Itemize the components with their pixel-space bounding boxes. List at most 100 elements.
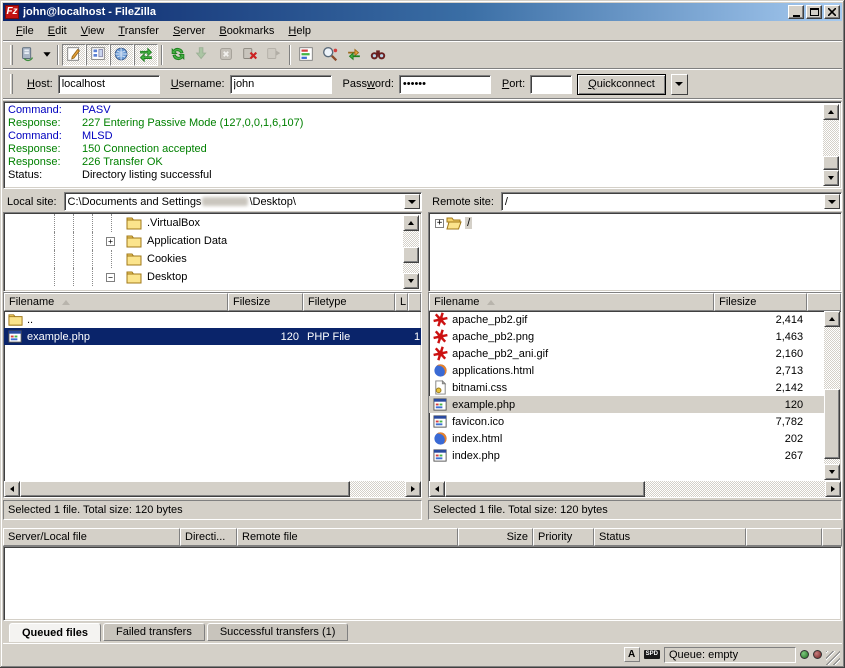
column-header-filesize[interactable]: Filesize [714,293,807,311]
remote-hscrollbar[interactable] [429,481,841,497]
column-header-l[interactable]: L [395,293,408,311]
menu-help[interactable]: Help [281,23,318,39]
toggle-message-log-button[interactable] [62,44,86,66]
column-header-filename[interactable]: Filename [4,293,228,311]
queue-column-blank[interactable] [746,528,822,546]
queue-column-remote-file[interactable]: Remote file [237,528,458,546]
local-path-combobox[interactable]: C:\Documents and Settings\Desktop\ [64,192,423,211]
file-row[interactable]: bitnami.css2,142 [429,379,825,396]
scroll-right-button[interactable] [825,481,841,497]
queue-tabs: Queued filesFailed transfersSuccessful t… [3,621,842,643]
scrollbar-thumb[interactable] [20,481,350,497]
remote-path-combobox[interactable]: / [501,192,842,211]
file-row[interactable]: index.html202 [429,430,825,447]
tab-failed-transfers[interactable]: Failed transfers [103,623,205,641]
tree-item[interactable]: +/ [429,214,841,232]
queue-body[interactable] [3,546,842,621]
scrollbar-thumb[interactable] [403,247,419,263]
resize-grip[interactable] [826,651,840,665]
scroll-up-button[interactable] [403,215,419,231]
disconnect-button[interactable] [238,44,262,66]
quickconnect-dropdown-button[interactable] [671,74,688,95]
directory-filters-button[interactable] [294,44,318,66]
file-row[interactable]: example.php120 [429,396,825,413]
file-row[interactable]: apache_pb2.gif2,414 [429,311,825,328]
scroll-up-button[interactable] [824,311,840,327]
file-row[interactable]: .. [4,311,421,328]
collapse-icon[interactable]: − [106,273,115,282]
tree-item[interactable]: Cookies [4,250,421,268]
expand-icon[interactable]: + [106,237,115,246]
toggle-local-tree-button[interactable] [86,44,110,66]
synchronized-browsing-button[interactable] [342,44,366,66]
menu-edit[interactable]: Edit [41,23,74,39]
reconnect-button[interactable] [262,44,286,66]
scrollbar-thumb[interactable] [445,481,645,497]
tab-queued-files[interactable]: Queued files [9,623,101,642]
close-button[interactable] [824,5,840,19]
queue-column-priority[interactable]: Priority [533,528,594,546]
menu-bookmarks[interactable]: Bookmarks [212,23,281,39]
scroll-down-button[interactable] [824,464,840,480]
minimize-button[interactable] [788,5,804,19]
site-manager-button[interactable] [16,44,40,66]
scrollbar-thumb[interactable] [823,156,839,170]
process-queue-button[interactable] [190,44,214,66]
expand-icon[interactable]: + [435,219,444,228]
scroll-left-button[interactable] [429,481,445,497]
password-input[interactable] [399,75,491,94]
scroll-up-button[interactable] [823,104,839,120]
combobox-dropdown-button[interactable] [404,194,420,209]
queue-column-server-local-file[interactable]: Server/Local file [3,528,180,546]
local-tree-scrollbar[interactable] [403,215,419,289]
log-scrollbar[interactable] [823,104,839,186]
queue-column-size[interactable]: Size [458,528,533,546]
local-hscrollbar[interactable] [4,481,421,497]
transfer-type-indicator[interactable]: A [624,647,640,662]
scroll-left-button[interactable] [4,481,20,497]
tree-item[interactable]: .VirtualBox [4,214,421,232]
scroll-right-button[interactable] [405,481,421,497]
log-line-type: Response: [8,156,82,169]
arrow-right-icon [411,486,415,492]
port-input[interactable] [530,75,572,94]
file-row[interactable]: applications.html2,713 [429,362,825,379]
quickconnect-button[interactable]: Quickconnect [577,74,666,95]
column-header-filesize[interactable]: Filesize [228,293,303,311]
cancel-button[interactable] [214,44,238,66]
host-input[interactable] [58,75,160,94]
menu-file[interactable]: File [9,23,41,39]
local-site-row: Local site: C:\Documents and Settings\De… [3,191,422,212]
tree-item[interactable]: −Desktop [4,268,421,286]
column-header-filename[interactable]: Filename [429,293,714,311]
directory-comparison-button[interactable] [318,44,342,66]
speed-limit-icon[interactable]: SPD [644,650,660,659]
combobox-dropdown-button[interactable] [824,194,840,209]
file-row[interactable]: example.php120PHP File1 [4,328,421,345]
toggle-queue-button[interactable] [134,44,158,66]
column-header-filetype[interactable]: Filetype [303,293,395,311]
file-row[interactable]: index.php267 [429,447,825,464]
menu-server[interactable]: Server [166,23,212,39]
menu-view[interactable]: View [74,23,112,39]
username-input[interactable] [230,75,332,94]
remote-site-label: Remote site: [428,194,498,210]
titlebar[interactable]: Fz john@localhost - FileZilla [3,3,842,21]
file-row[interactable]: favicon.ico7,782 [429,413,825,430]
queue-column-status[interactable]: Status [594,528,746,546]
refresh-button[interactable] [166,44,190,66]
site-manager-dropdown-button[interactable] [40,44,54,66]
queue-column-directi-[interactable]: Directi... [180,528,237,546]
tab-successful-transfers-1-[interactable]: Successful transfers (1) [207,623,349,641]
file-row[interactable]: apache_pb2_ani.gif2,160 [429,345,825,362]
scroll-down-button[interactable] [403,273,419,289]
menu-transfer[interactable]: Transfer [111,23,166,39]
remote-vscrollbar[interactable] [824,311,840,480]
tree-item[interactable]: +Application Data [4,232,421,250]
find-files-button[interactable] [366,44,390,66]
scrollbar-thumb[interactable] [824,389,840,459]
maximize-button[interactable] [806,5,822,19]
scroll-down-button[interactable] [823,170,839,186]
toggle-remote-tree-button[interactable] [110,44,134,66]
file-row[interactable]: apache_pb2.png1,463 [429,328,825,345]
